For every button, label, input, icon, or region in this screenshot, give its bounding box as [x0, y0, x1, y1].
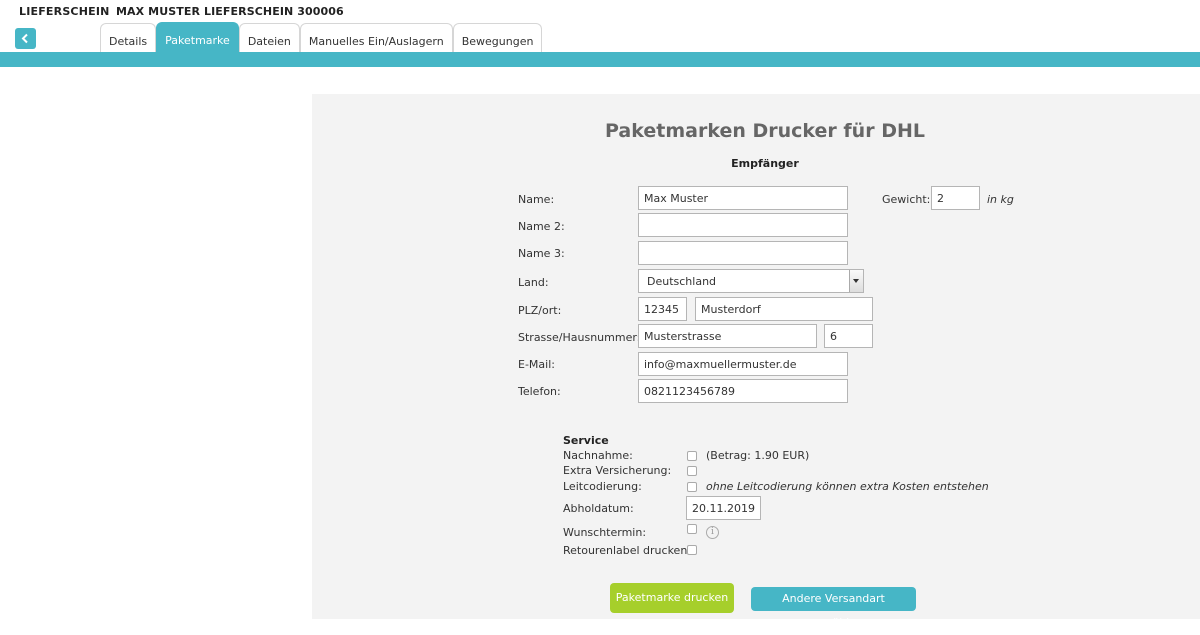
name-field[interactable]: [638, 186, 848, 210]
city-field[interactable]: [695, 297, 873, 321]
preferred-date-label: Wunschtermin:: [563, 526, 647, 539]
chevron-down-icon: [849, 270, 863, 292]
chevron-left-icon: [21, 33, 28, 44]
name3-label: Name 3:: [518, 247, 565, 260]
weight-field[interactable]: [931, 186, 980, 210]
recipient-heading: Empfänger: [731, 157, 799, 170]
info-icon[interactable]: i: [706, 526, 719, 539]
tab-dateien[interactable]: Dateien: [238, 23, 300, 52]
back-button[interactable]: [15, 28, 36, 49]
document-type: LIEFERSCHEIN: [19, 5, 110, 18]
insurance-label: Extra Versicherung:: [563, 464, 672, 477]
country-select[interactable]: Deutschland: [638, 269, 864, 293]
weight-unit: in kg: [987, 193, 1014, 206]
country-value: Deutschland: [647, 275, 717, 288]
tab-manuelles-ein-auslagern[interactable]: Manuelles Ein/Auslagern: [299, 23, 453, 52]
house-number-field[interactable]: [824, 324, 873, 348]
other-shipping-button[interactable]: Andere Versandart auswählen: [751, 587, 916, 629]
accent-bar: [0, 52, 1200, 67]
street-field[interactable]: [638, 324, 817, 348]
name3-field[interactable]: [638, 241, 848, 265]
pickup-date-field[interactable]: [686, 496, 761, 520]
insurance-checkbox[interactable]: [687, 466, 697, 476]
pickup-date-label: Abholdatum:: [563, 502, 634, 515]
routing-note: ohne Leitcodierung können extra Kosten e…: [706, 480, 989, 493]
street-label: Strasse/Hausnummer:: [518, 331, 641, 344]
service-heading: Service: [563, 434, 609, 447]
cod-amount: (Betrag: 1.90 EUR): [706, 449, 810, 462]
print-label-button[interactable]: Paketmarke drucken: [610, 583, 734, 613]
name-label: Name:: [518, 193, 555, 206]
page-title: Paketmarken Drucker für DHL: [605, 120, 925, 142]
tab-paketmarke[interactable]: Paketmarke: [156, 22, 239, 52]
zip-city-label: PLZ/ort:: [518, 304, 562, 317]
tab-bar: Details Paketmarke Dateien Manuelles Ein…: [100, 22, 543, 52]
email-field[interactable]: [638, 352, 848, 376]
phone-label: Telefon:: [518, 385, 561, 398]
email-label: E-Mail:: [518, 358, 555, 371]
return-label-label: Retourenlabel drucken:: [563, 544, 691, 557]
return-label-checkbox[interactable]: [687, 545, 697, 555]
top-header: LIEFERSCHEIN MAX MUSTER LIEFERSCHEIN 300…: [0, 0, 1200, 22]
tab-details[interactable]: Details: [100, 23, 157, 52]
weight-label: Gewicht:: [882, 193, 931, 206]
preferred-date-checkbox[interactable]: [687, 524, 697, 534]
phone-field[interactable]: [638, 379, 848, 403]
routing-label: Leitcodierung:: [563, 480, 642, 493]
name2-label: Name 2:: [518, 220, 565, 233]
document-title: MAX MUSTER LIEFERSCHEIN 300006: [116, 5, 344, 18]
country-label: Land:: [518, 276, 549, 289]
cod-label: Nachnahme:: [563, 449, 633, 462]
tab-bewegungen[interactable]: Bewegungen: [452, 23, 543, 52]
zip-field[interactable]: [638, 297, 687, 321]
name2-field[interactable]: [638, 213, 848, 237]
cod-checkbox[interactable]: [687, 451, 697, 461]
routing-checkbox[interactable]: [687, 482, 697, 492]
